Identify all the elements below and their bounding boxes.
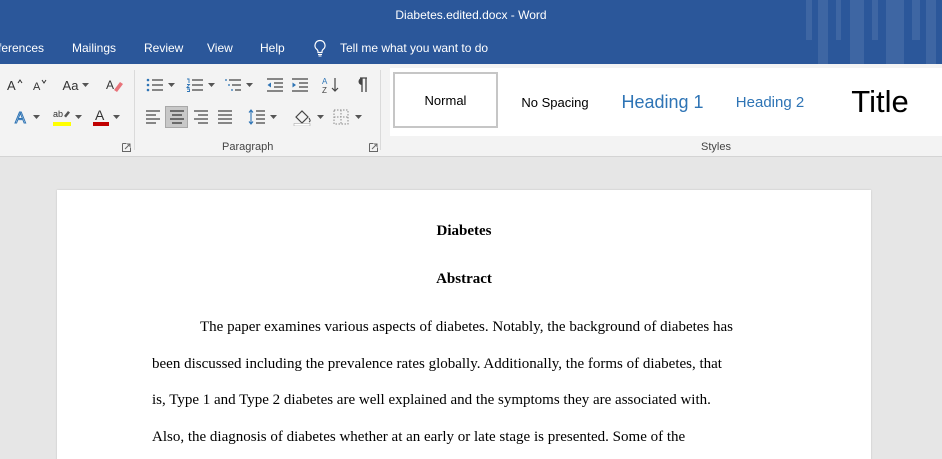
highlight-color-button[interactable]: ab	[50, 106, 84, 128]
chevron-down-icon	[207, 83, 215, 87]
group-separator	[380, 70, 381, 150]
align-center-icon	[169, 110, 184, 124]
tab-review[interactable]: Review	[144, 41, 183, 55]
line-spacing-button[interactable]	[245, 108, 279, 126]
change-case-button[interactable]: Aa	[59, 76, 93, 94]
style-heading-1[interactable]: Heading 1	[610, 68, 715, 136]
align-right-button[interactable]	[191, 108, 211, 126]
body-line: Also, the diagnosis of diabetes whether …	[152, 429, 686, 445]
increase-indent-button[interactable]	[289, 76, 311, 94]
grow-font-button[interactable]: A	[5, 76, 25, 94]
svg-text:A: A	[322, 77, 328, 86]
highlighter-icon: ab	[53, 109, 71, 126]
svg-text:Z: Z	[322, 86, 327, 94]
svg-text:A: A	[15, 110, 26, 125]
style-title[interactable]: Title	[830, 68, 930, 136]
shading-button[interactable]	[290, 107, 326, 127]
style-heading-2[interactable]: Heading 2	[720, 68, 820, 136]
styles-gallery: Normal No Spacing Heading 1 Heading 2 Ti…	[390, 68, 942, 136]
svg-text:A: A	[33, 81, 41, 92]
font-dialog-launcher-icon[interactable]	[122, 143, 131, 152]
paragraph-group-label: Paragraph	[222, 141, 274, 153]
lightbulb-icon[interactable]	[313, 39, 327, 57]
chevron-down-icon	[269, 115, 277, 119]
font-color-button[interactable]: A	[88, 106, 124, 128]
bullet-list-icon	[146, 78, 163, 92]
numbering-button[interactable]	[183, 76, 217, 94]
multilevel-list-icon	[224, 79, 241, 91]
tab-view[interactable]: View	[207, 41, 233, 55]
text-effects-button[interactable]: A	[10, 107, 44, 127]
align-center-button[interactable]	[165, 106, 188, 128]
chevron-down-icon	[245, 83, 253, 87]
svg-text:A: A	[7, 78, 16, 92]
svg-text:A: A	[106, 78, 114, 92]
chevron-down-icon	[316, 115, 324, 119]
document-page[interactable]: Diabetes Abstract The paper examines var…	[57, 190, 871, 459]
clear-formatting-icon: A	[106, 78, 123, 92]
sort-icon: A Z	[322, 77, 339, 94]
align-left-button[interactable]	[143, 108, 163, 126]
line-spacing-icon	[248, 109, 265, 125]
text-effects-icon: A	[15, 110, 27, 126]
chevron-down-icon	[113, 115, 120, 119]
document-title: Diabetes	[436, 223, 492, 239]
window-title: Diabetes.edited.docx - Word	[395, 8, 547, 22]
change-case-label: Aa	[62, 77, 79, 93]
sort-button[interactable]: A Z	[320, 75, 342, 95]
svg-text:A: A	[95, 107, 105, 123]
chevron-down-icon	[354, 115, 362, 119]
paint-bucket-icon	[293, 110, 311, 126]
increase-indent-icon	[292, 78, 308, 92]
show-formatting-button[interactable]	[351, 75, 371, 95]
style-normal[interactable]: Normal	[393, 72, 498, 128]
body-line: is, Type 1 and Type 2 diabetes are well …	[152, 392, 711, 408]
tab-mailings[interactable]: Mailings	[72, 41, 116, 55]
borders-icon	[333, 109, 348, 125]
tell-me-search[interactable]: Tell me what you want to do	[340, 41, 488, 55]
decrease-indent-icon	[267, 78, 283, 92]
borders-button[interactable]	[330, 108, 364, 126]
body-line: been discussed including the prevalence …	[152, 356, 722, 372]
pilcrow-icon	[358, 77, 367, 92]
justify-button[interactable]	[215, 108, 235, 126]
styles-group-label: Styles	[701, 141, 731, 153]
ribbon: A A Aa A A ab A A Z Paragraph Normal No …	[0, 64, 942, 157]
bullets-button[interactable]	[143, 76, 177, 94]
font-color-icon: A	[93, 107, 109, 126]
multilevel-list-button[interactable]	[221, 76, 255, 94]
justify-icon	[218, 110, 232, 124]
title-bar-decoration	[802, 0, 942, 64]
shrink-font-button[interactable]: A	[30, 76, 50, 94]
ribbon-tabs: ferences Mailings Review View Help Tell …	[0, 32, 942, 64]
chevron-down-icon	[167, 83, 175, 87]
clear-formatting-button[interactable]: A	[103, 76, 127, 94]
svg-text:ab: ab	[53, 109, 63, 119]
numbered-list-icon	[185, 78, 203, 92]
align-right-icon	[194, 110, 208, 124]
chevron-down-icon	[82, 83, 90, 87]
title-bar: Diabetes.edited.docx - Word	[0, 0, 942, 32]
body-line: The paper examines various aspects of di…	[200, 319, 734, 335]
style-no-spacing[interactable]: No Spacing	[505, 68, 605, 136]
chevron-down-icon	[33, 115, 40, 119]
tab-help[interactable]: Help	[260, 41, 285, 55]
tab-references[interactable]: ferences	[0, 41, 44, 55]
align-left-icon	[146, 110, 160, 124]
abstract-heading: Abstract	[436, 271, 492, 287]
decrease-indent-button[interactable]	[264, 76, 286, 94]
chevron-down-icon	[75, 115, 82, 119]
group-separator	[134, 70, 135, 150]
paragraph-dialog-launcher-icon[interactable]	[369, 143, 378, 152]
